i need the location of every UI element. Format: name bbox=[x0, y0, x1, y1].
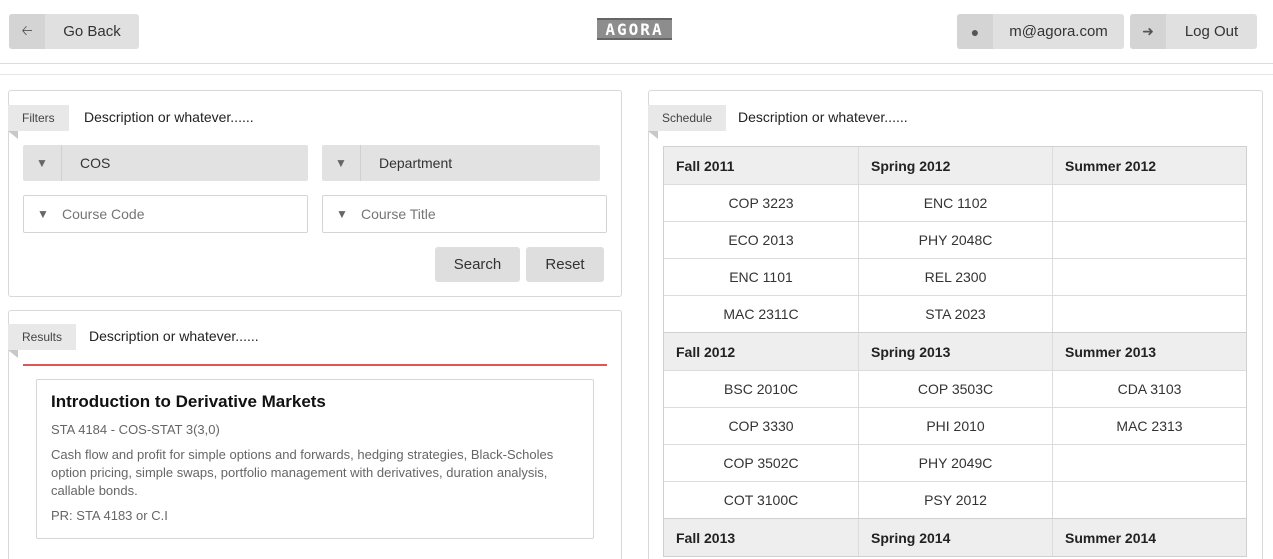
course-description: Cash flow and profit for simple options … bbox=[51, 447, 554, 498]
course-cell[interactable] bbox=[1052, 445, 1246, 481]
department-filter-value: Department bbox=[379, 155, 453, 171]
results-description: Description or whatever...... bbox=[89, 328, 259, 344]
schedule-table: Fall 2011 Spring 2012 Summer 2012 COP 32… bbox=[663, 146, 1247, 557]
course-cell[interactable]: ENC 1101 bbox=[664, 259, 858, 295]
course-cell[interactable] bbox=[1052, 482, 1246, 518]
term-header: Summer 2013 bbox=[1052, 333, 1246, 370]
course-cell[interactable]: COP 3223 bbox=[664, 185, 858, 221]
filter-icon: ▼ bbox=[335, 156, 347, 170]
arrow-left-icon: 🡠 bbox=[9, 14, 45, 49]
course-cell[interactable]: CDA 3103 bbox=[1052, 371, 1246, 407]
course-cell[interactable]: ENC 1102 bbox=[858, 185, 1052, 221]
filters-tag: Filters bbox=[8, 105, 69, 139]
schedule-row: COP 3330 PHI 2010 MAC 2313 bbox=[664, 407, 1246, 444]
schedule-row: MAC 2311C STA 2023 bbox=[664, 295, 1246, 332]
schedule-row: COP 3223 ENC 1102 bbox=[664, 184, 1246, 221]
agora-logo: AGORA bbox=[597, 18, 672, 40]
term-header: Fall 2013 bbox=[676, 529, 736, 546]
reset-button[interactable]: Reset bbox=[526, 247, 604, 282]
course-title: Introduction to Derivative Markets bbox=[51, 392, 326, 411]
subject-filter-value: COS bbox=[80, 155, 111, 171]
schedule-row: COT 3100C PSY 2012 bbox=[664, 481, 1246, 518]
course-cell[interactable]: PHY 2048C bbox=[858, 222, 1052, 258]
course-cell[interactable] bbox=[1052, 296, 1246, 332]
schedule-block: Fall 2013 Spring 2014 Summer 2014 bbox=[663, 519, 1247, 557]
course-code-field[interactable]: ▼ bbox=[23, 195, 308, 233]
term-header: Summer 2014 bbox=[1052, 519, 1246, 556]
search-button[interactable]: Search bbox=[435, 247, 520, 282]
course-code-input[interactable] bbox=[62, 206, 262, 222]
course-title-field[interactable]: ▼ bbox=[322, 195, 607, 233]
log-out-button[interactable]: ➜ Log Out bbox=[1130, 14, 1257, 49]
filters-description: Description or whatever...... bbox=[84, 109, 254, 125]
sign-out-icon: ➜ bbox=[1130, 14, 1166, 49]
go-back-button[interactable]: 🡠 Go Back bbox=[9, 14, 139, 49]
course-cell[interactable]: STA 2023 bbox=[858, 296, 1052, 332]
course-cell[interactable]: ECO 2013 bbox=[664, 222, 858, 258]
schedule-description: Description or whatever...... bbox=[738, 109, 908, 125]
schedule-block: Fall 2011 Spring 2012 Summer 2012 COP 32… bbox=[663, 146, 1247, 333]
course-cell[interactable]: PSY 2012 bbox=[858, 482, 1052, 518]
results-tag: Results bbox=[8, 324, 77, 358]
schedule-row: ENC 1101 REL 2300 bbox=[664, 258, 1246, 295]
filter-icon: ▼ bbox=[336, 207, 348, 221]
schedule-row: BSC 2010C COP 3503C CDA 3103 bbox=[664, 370, 1246, 407]
term-header: Spring 2014 bbox=[858, 519, 1052, 556]
go-back-label: Go Back bbox=[63, 23, 121, 40]
header-divider bbox=[0, 74, 1273, 77]
course-cell[interactable] bbox=[1052, 259, 1246, 295]
course-cell[interactable]: COT 3100C bbox=[664, 482, 858, 518]
schedule-term-row: Fall 2012 Spring 2013 Summer 2013 bbox=[664, 333, 1246, 370]
user-icon: ● bbox=[957, 14, 993, 49]
course-cell[interactable]: BSC 2010C bbox=[664, 371, 858, 407]
term-header: Spring 2013 bbox=[858, 333, 1052, 370]
schedule-block: Fall 2012 Spring 2013 Summer 2013 BSC 20… bbox=[663, 333, 1247, 519]
filter-icon: ▼ bbox=[36, 156, 48, 170]
course-cell[interactable] bbox=[1052, 185, 1246, 221]
user-account-button[interactable]: ● m@agora.com bbox=[957, 14, 1124, 49]
course-cell[interactable]: COP 3503C bbox=[858, 371, 1052, 407]
department-filter[interactable]: ▼ Department bbox=[322, 145, 600, 181]
course-cell[interactable]: PHY 2049C bbox=[858, 445, 1052, 481]
term-header: Fall 2012 bbox=[676, 343, 736, 360]
filter-icon: ▼ bbox=[37, 207, 49, 221]
schedule-term-row: Fall 2011 Spring 2012 Summer 2012 bbox=[664, 147, 1246, 184]
term-header: Summer 2012 bbox=[1052, 147, 1246, 184]
schedule-tag: Schedule bbox=[648, 105, 727, 139]
user-email: m@agora.com bbox=[1009, 23, 1108, 40]
course-card[interactable]: Introduction to Derivative Markets STA 4… bbox=[36, 379, 594, 539]
course-cell[interactable]: REL 2300 bbox=[858, 259, 1052, 295]
top-bar: 🡠 Go Back AGORA ● m@agora.com ➜ Log Out bbox=[0, 0, 1273, 64]
course-cell[interactable] bbox=[1052, 222, 1246, 258]
course-code-credits: STA 4184 - COS-STAT 3(3,0) bbox=[51, 422, 220, 437]
term-header: Fall 2011 bbox=[676, 157, 735, 174]
schedule-term-row: Fall 2013 Spring 2014 Summer 2014 bbox=[664, 519, 1246, 556]
schedule-row: COP 3502C PHY 2049C bbox=[664, 444, 1246, 481]
results-accent-line bbox=[23, 364, 607, 366]
course-title-input[interactable] bbox=[361, 206, 561, 222]
course-cell[interactable]: COP 3502C bbox=[664, 445, 858, 481]
schedule-row: ECO 2013 PHY 2048C bbox=[664, 221, 1246, 258]
course-cell[interactable]: MAC 2313 bbox=[1052, 408, 1246, 444]
course-prerequisites: PR: STA 4183 or C.I bbox=[51, 508, 168, 523]
course-cell[interactable]: COP 3330 bbox=[664, 408, 858, 444]
course-cell[interactable]: PHI 2010 bbox=[858, 408, 1052, 444]
course-cell[interactable]: MAC 2311C bbox=[664, 296, 858, 332]
log-out-label: Log Out bbox=[1184, 23, 1239, 40]
subject-filter[interactable]: ▼ COS bbox=[23, 145, 308, 181]
term-header: Spring 2012 bbox=[858, 147, 1052, 184]
